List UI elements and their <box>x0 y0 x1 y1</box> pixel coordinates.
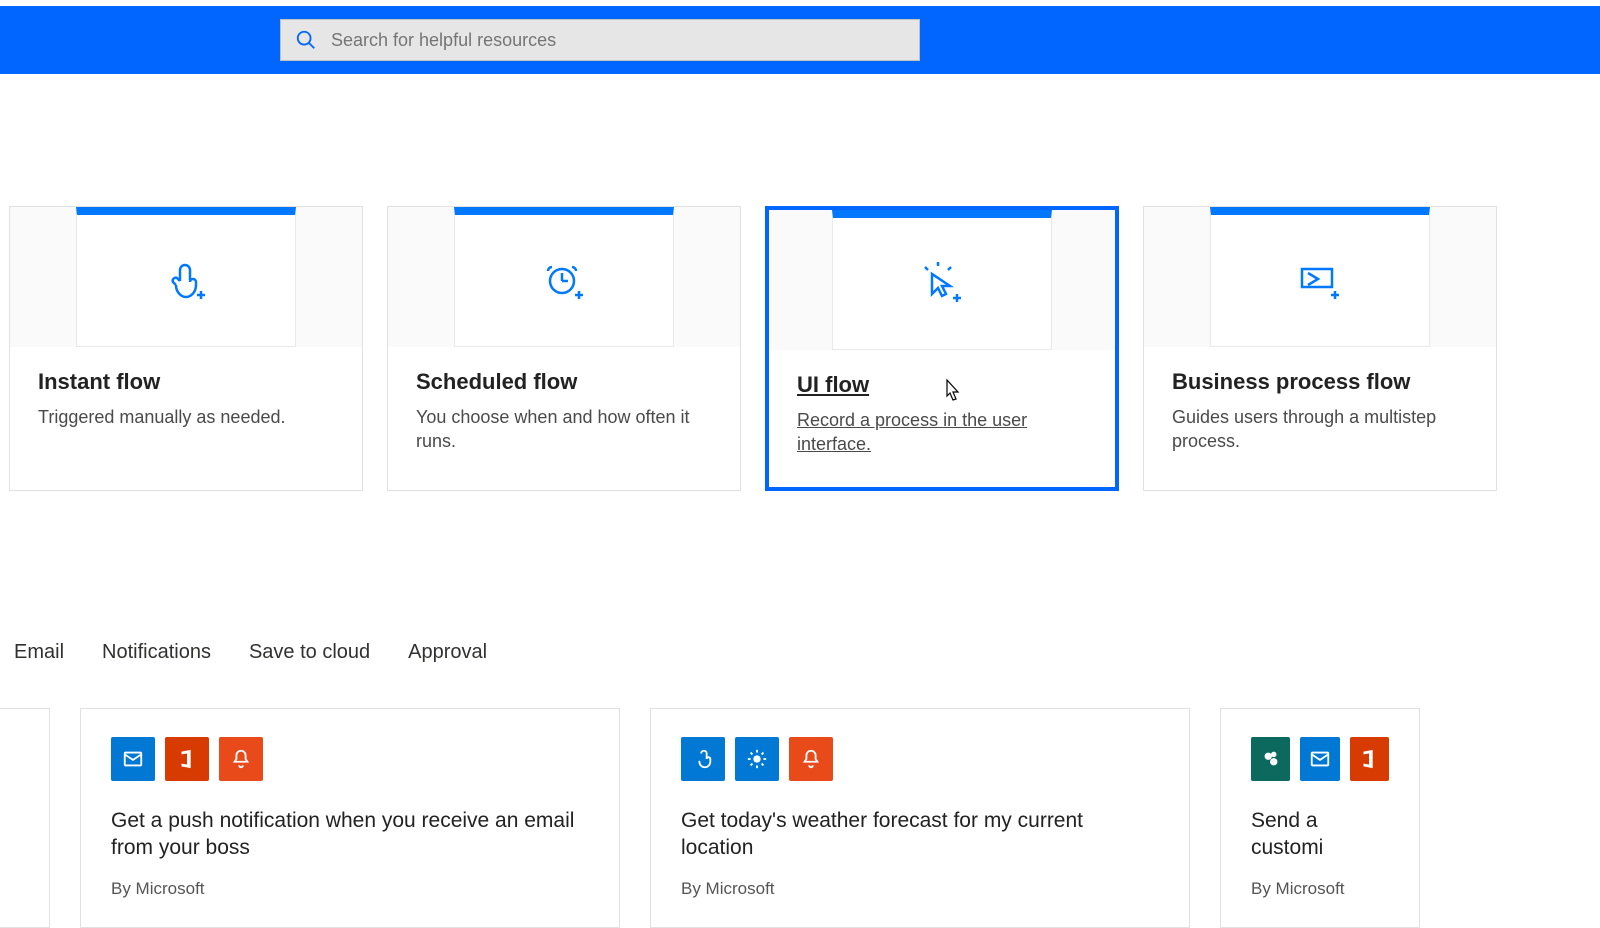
template-by: By Microsoft <box>111 879 589 899</box>
template-by: By Microsoft <box>1251 879 1389 899</box>
outlook-icon <box>111 737 155 781</box>
flow-card-instant[interactable]: Instant flow Triggered manually as neede… <box>9 206 363 491</box>
flow-type-row: . Instant flow Triggered manually as nee… <box>0 206 1600 491</box>
page-title: ow <box>0 74 1600 136</box>
flow-card-scheduled[interactable]: Scheduled flow You choose when and how o… <box>387 206 741 491</box>
flow-card-title: UI flow <box>797 372 1087 398</box>
template-title: Get today's weather forecast for my curr… <box>681 807 1159 862</box>
sharepoint-icon <box>1251 737 1290 781</box>
office-icon <box>165 737 209 781</box>
touch-plus-icon <box>162 257 210 305</box>
template-title: Send a customi <box>1251 807 1389 862</box>
template-card[interactable]: Get today's weather forecast for my curr… <box>650 708 1190 928</box>
clock-plus-icon <box>540 257 588 305</box>
flow-card-desc: You choose when and how often it runs. <box>416 405 712 454</box>
tab-email[interactable]: Email <box>14 641 64 664</box>
icon-strip <box>1251 737 1389 781</box>
template-title: hments to OneDrive for <box>0 737 19 764</box>
tab-approval[interactable]: Approval <box>408 641 487 664</box>
office-icon <box>1350 737 1389 781</box>
flow-card-title: Scheduled flow <box>416 369 712 395</box>
flow-card-desc: Guides users through a multistep process… <box>1172 405 1468 454</box>
bell-icon <box>789 737 833 781</box>
flow-card-desc: Triggered manually as needed. <box>38 405 334 429</box>
flow-card-business[interactable]: Business process flow Guides users throu… <box>1143 206 1497 491</box>
flow-card-title: Instant flow <box>38 369 334 395</box>
template-by: By Microsoft <box>681 879 1159 899</box>
category-tabs: Email Notifications Save to cloud Approv… <box>0 641 1600 664</box>
sun-icon <box>735 737 779 781</box>
template-card[interactable]: Send a customi By Microsoft <box>1220 708 1420 928</box>
tab-notifications[interactable]: Notifications <box>102 641 211 664</box>
top-bar <box>0 0 1600 74</box>
search-icon <box>295 29 317 51</box>
icon-strip <box>111 737 589 781</box>
bell-icon <box>219 737 263 781</box>
template-card[interactable]: hments to OneDrive for <box>0 708 50 928</box>
flow-card-desc: Record a process in the user interface. <box>797 408 1087 457</box>
flow-card-ui[interactable]: UI flow Record a process in the user int… <box>765 206 1119 491</box>
process-plus-icon <box>1296 257 1344 305</box>
icon-strip <box>681 737 1159 781</box>
flow-card-title: Business process flow <box>1172 369 1468 395</box>
touch-icon <box>681 737 725 781</box>
cursor-plus-icon <box>918 260 966 308</box>
tab-save-to-cloud[interactable]: Save to cloud <box>249 641 370 664</box>
search-box[interactable] <box>280 19 920 61</box>
search-input[interactable] <box>331 30 905 51</box>
outlook-icon <box>1300 737 1339 781</box>
template-row: hments to OneDrive for Get a push notifi… <box>0 708 1600 928</box>
template-title: Get a push notification when you receive… <box>111 807 589 862</box>
template-card[interactable]: Get a push notification when you receive… <box>80 708 620 928</box>
